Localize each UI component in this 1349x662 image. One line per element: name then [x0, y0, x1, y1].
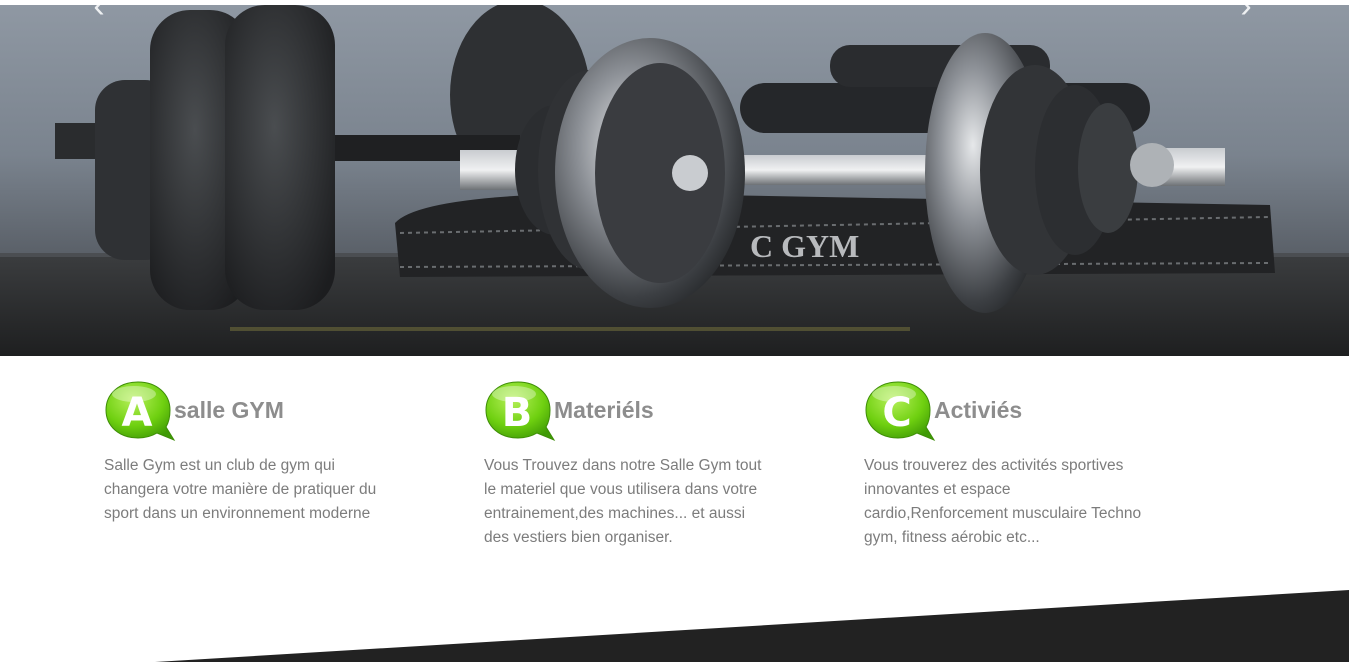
letter-c-badge-icon: C	[865, 381, 936, 442]
feature-activites: C Activiés Vous trouverez des activités …	[864, 380, 1149, 550]
feature-salle-gym: A salle GYM Salle Gym est un club de gym…	[104, 380, 394, 526]
letter-a-badge-icon: A	[105, 381, 176, 442]
footer-wedge	[155, 590, 1349, 662]
letter-b-badge-icon: B	[485, 381, 556, 442]
carousel-prev-button[interactable]: ‹	[84, 5, 114, 23]
feature-title: Materiéls	[554, 397, 654, 423]
feature-header: A salle GYM	[104, 380, 394, 444]
hero-image: C GYM	[0, 5, 1349, 356]
feature-description: Vous trouverez des activités sportives i…	[864, 457, 1142, 546]
belt-text: C GYM	[750, 228, 859, 264]
carousel-next-button[interactable]: ›	[1231, 5, 1261, 23]
feature-description: Vous Trouvez dans notre Salle Gym tout l…	[484, 457, 762, 546]
feature-title: salle GYM	[174, 397, 284, 423]
feature-title: Activiés	[934, 397, 1023, 423]
svg-text:C: C	[882, 390, 911, 436]
feature-description: Salle Gym est un club de gym qui changer…	[104, 457, 377, 522]
feature-materiels: B Materiéls Vous Trouvez dans notre Sall…	[484, 380, 769, 550]
hero-carousel: C GYM ‹ ›	[0, 5, 1349, 356]
chevron-right-icon: ›	[1240, 5, 1252, 25]
feature-header: C Activiés	[864, 380, 1149, 444]
chevron-left-icon: ‹	[93, 5, 105, 25]
svg-text:B: B	[502, 390, 533, 436]
svg-text:A: A	[122, 390, 153, 436]
feature-header: B Materiéls	[484, 380, 769, 444]
page: C GYM ‹ › A salle GYM Salle Gym est un c…	[0, 0, 1349, 662]
